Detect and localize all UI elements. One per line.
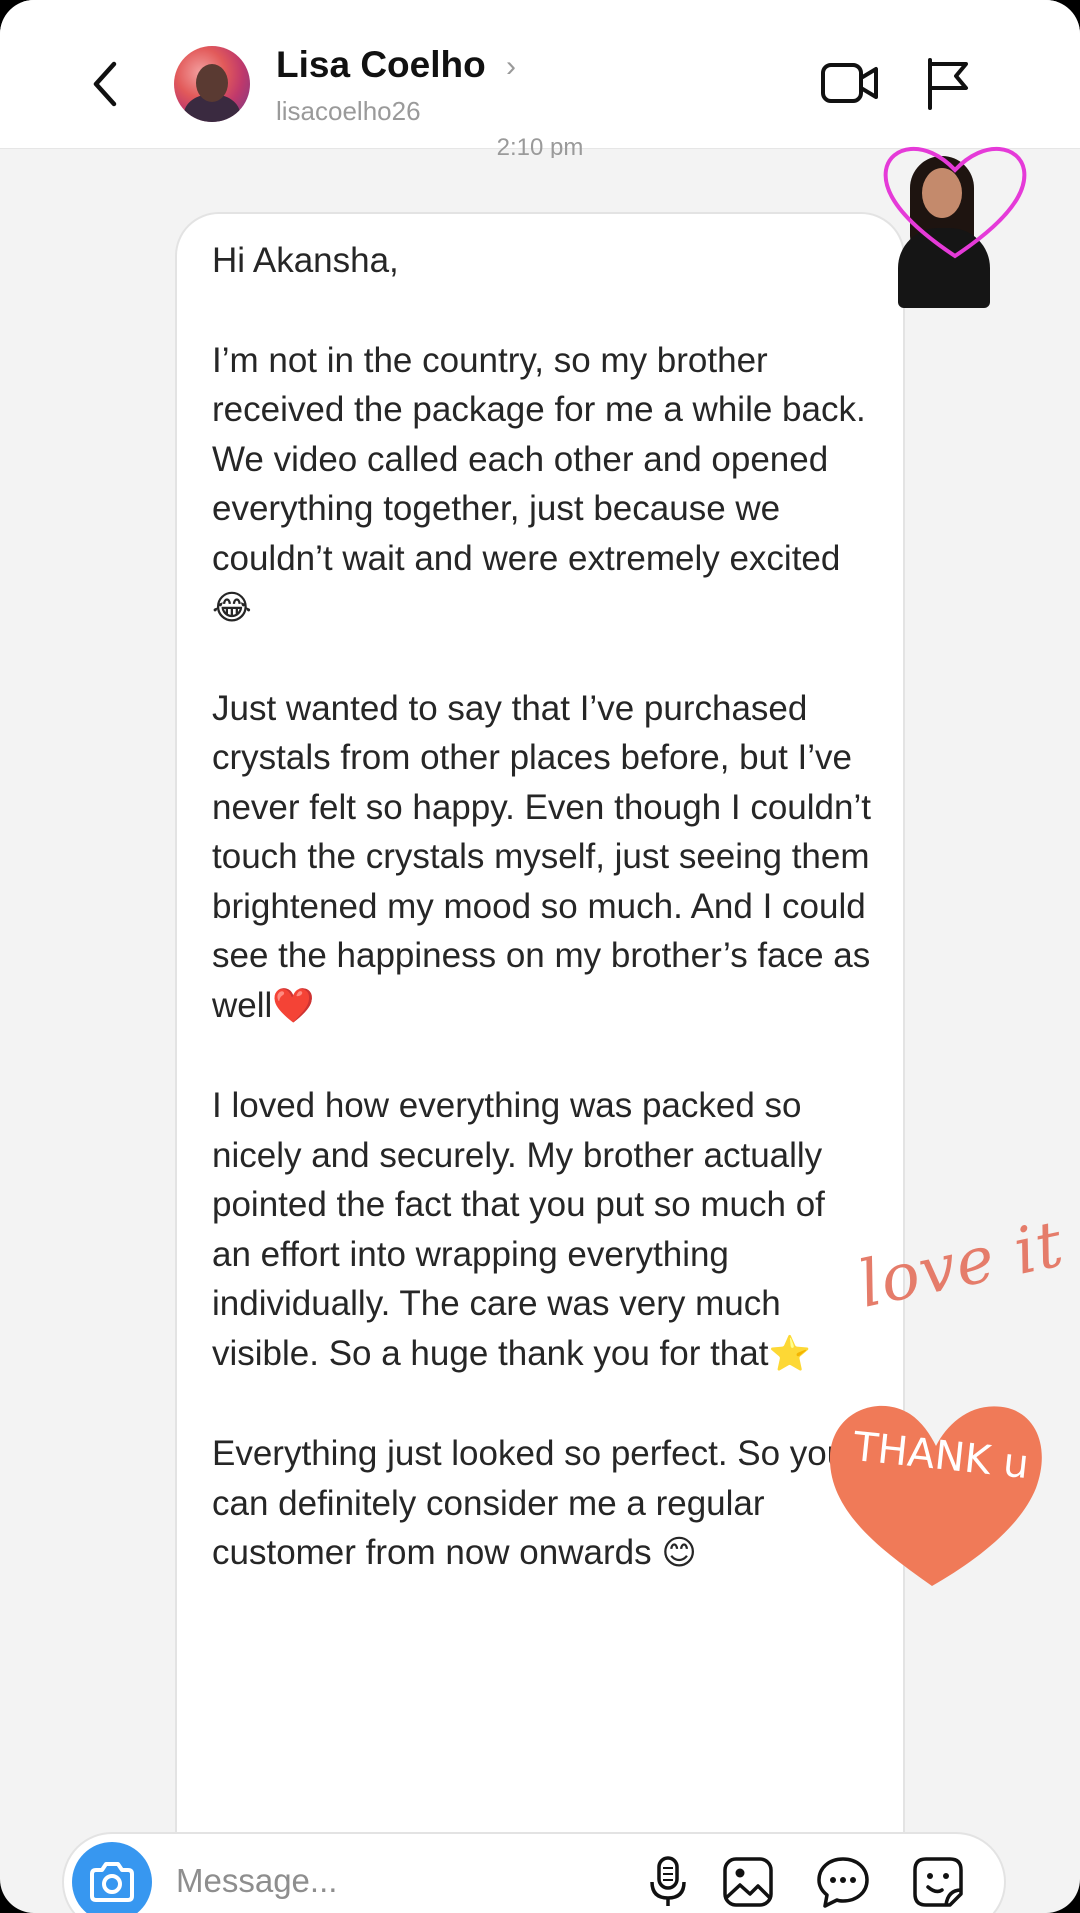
star-emoji-icon: ⭐ [768, 1333, 811, 1374]
conversation-header: Lisa Coelho › lisacoelho26 [0, 0, 1080, 149]
heart-outline-icon [883, 146, 1027, 259]
message-greeting: Hi Akansha, [212, 241, 399, 280]
message-paragraph: I’m not in the country, so my brother re… [212, 336, 872, 634]
message-input[interactable]: Message... [176, 1862, 337, 1900]
video-call-icon[interactable] [820, 60, 880, 106]
camera-icon [90, 1862, 134, 1902]
red-heart-emoji-icon: ❤️ [272, 985, 315, 1026]
chat-bubble-icon[interactable] [815, 1854, 871, 1910]
paragraph-text: Everything just looked so perfect. So yo… [212, 1434, 847, 1572]
avatar[interactable] [174, 46, 250, 122]
message-paragraph: I loved how everything was packed so nic… [212, 1081, 872, 1379]
laughing-emoji-icon: 😂 [212, 588, 252, 628]
microphone-icon[interactable] [640, 1854, 696, 1910]
back-arrow-icon[interactable] [86, 58, 126, 110]
dm-screen: Lisa Coelho › lisacoelho26 2:10 pm Hi Ak… [0, 0, 1080, 1913]
heart-photo-sticker[interactable] [880, 136, 1030, 316]
sticker-icon[interactable] [910, 1854, 966, 1910]
message-text: Hi Akansha, I’m not in the country, so m… [212, 236, 872, 1629]
paragraph-text: Just wanted to say that I’ve purchased c… [212, 688, 871, 1025]
thank-you-heart-sticker[interactable] [824, 1392, 1048, 1592]
flag-icon[interactable] [924, 56, 972, 110]
camera-button[interactable] [72, 1842, 152, 1913]
chevron-right-icon[interactable]: › [506, 50, 516, 84]
message-paragraph: Everything just looked so perfect. So yo… [212, 1429, 872, 1579]
contact-username: lisacoelho26 [276, 96, 421, 126]
gallery-icon[interactable] [720, 1854, 776, 1910]
smiling-emoji-icon: 😊 [661, 1533, 697, 1573]
paragraph-text: I’m not in the country, so my brother re… [212, 340, 866, 578]
paragraph-text: I loved how everything was packed so nic… [212, 1086, 825, 1373]
message-paragraph: Just wanted to say that I’ve purchased c… [212, 684, 872, 1032]
contact-name[interactable]: Lisa Coelho [276, 44, 486, 86]
